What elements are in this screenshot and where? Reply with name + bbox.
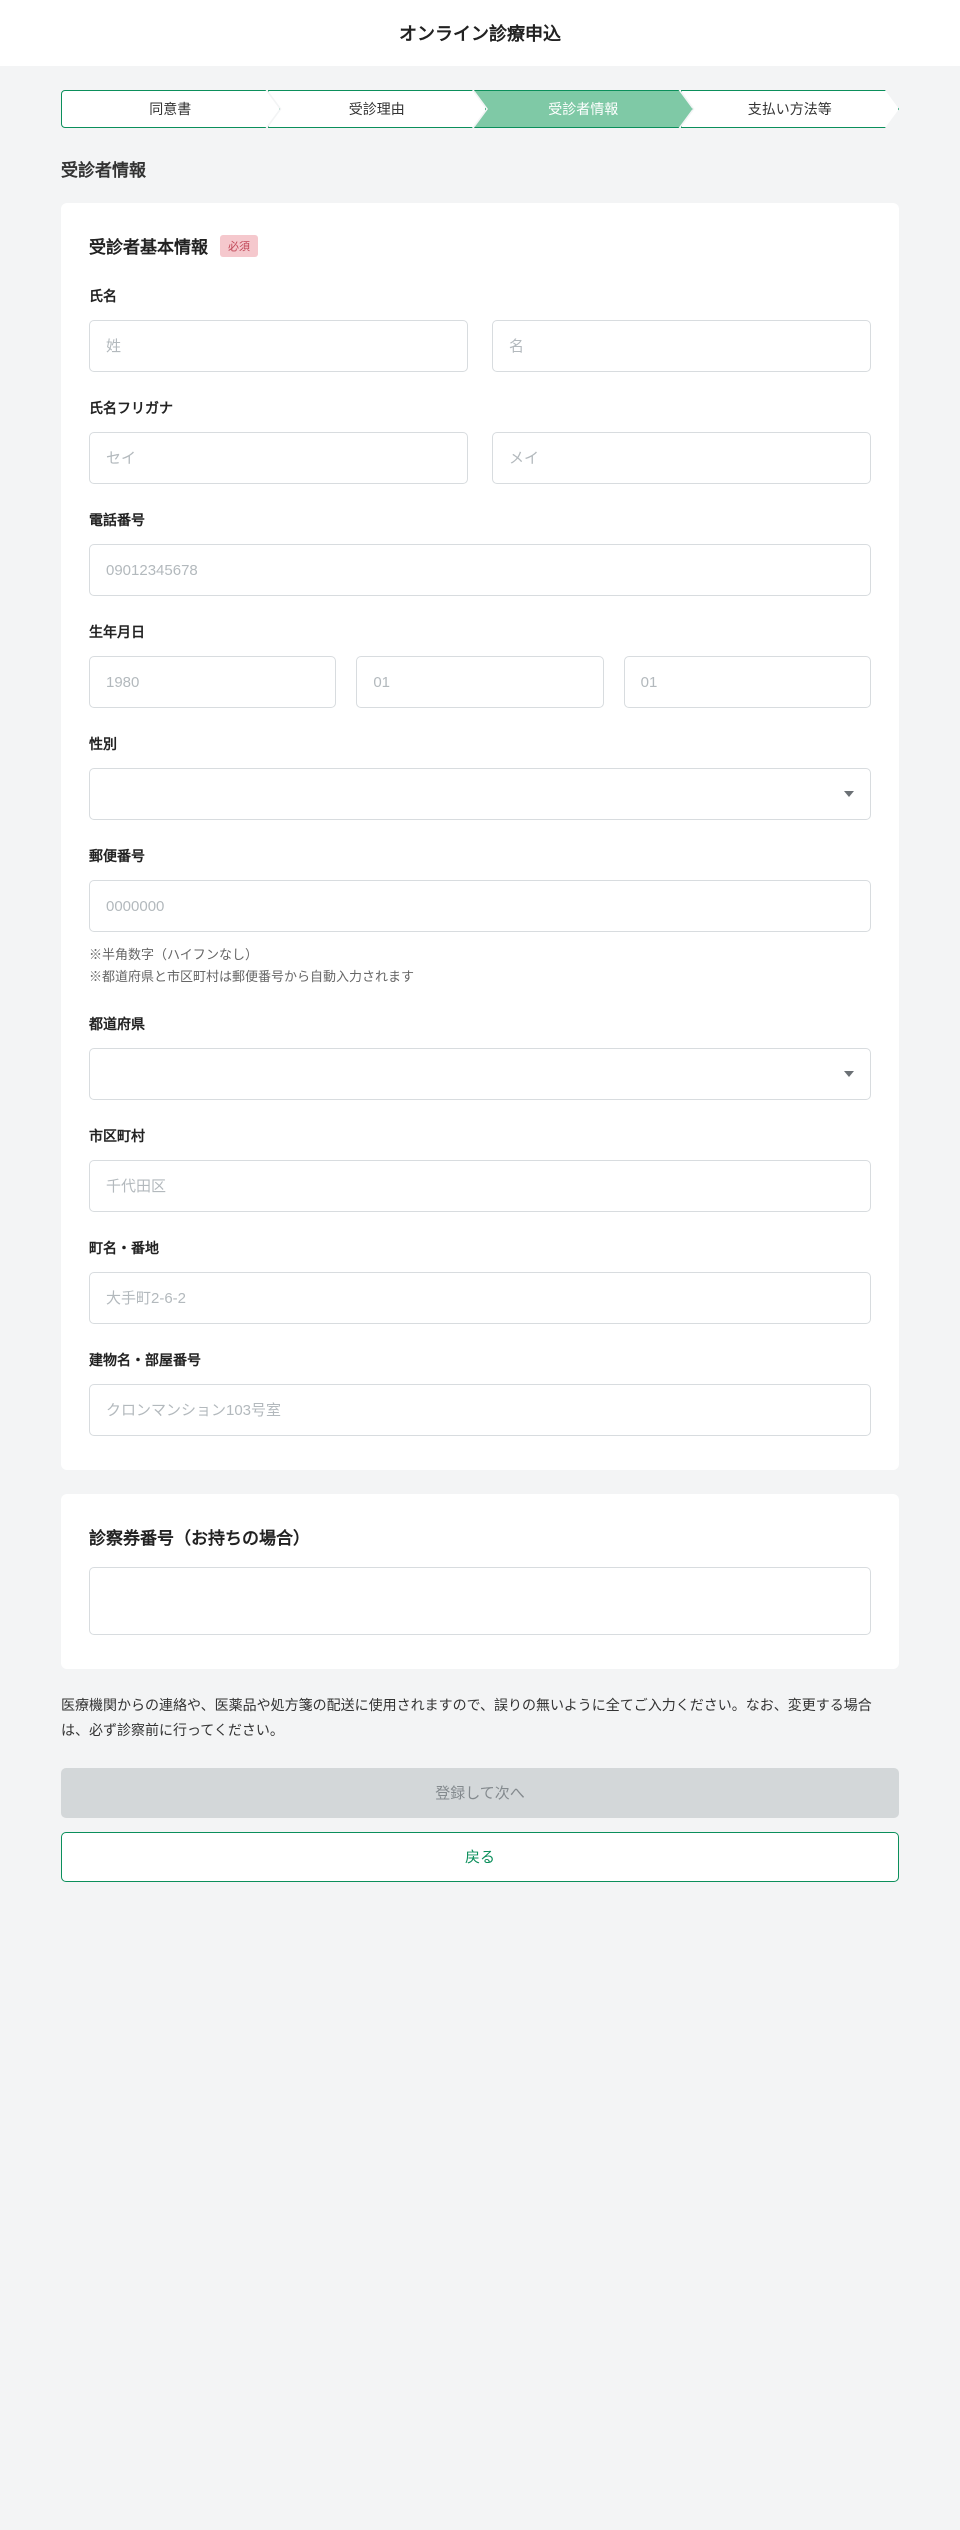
step-consent[interactable]: 同意書 — [61, 90, 280, 128]
dob-year-input[interactable] — [89, 656, 336, 708]
phone-input[interactable] — [89, 544, 871, 596]
last-name-kana-input[interactable] — [89, 432, 468, 484]
gender-label: 性別 — [89, 734, 871, 754]
submit-button[interactable]: 登録して次へ — [61, 1768, 899, 1818]
patient-card-number-input[interactable] — [89, 1567, 871, 1635]
dob-day-input[interactable] — [624, 656, 871, 708]
phone-label: 電話番号 — [89, 510, 871, 530]
street-label: 町名・番地 — [89, 1238, 871, 1258]
postal-label: 郵便番号 — [89, 846, 871, 866]
chevron-down-icon — [844, 1071, 854, 1077]
building-label: 建物名・部屋番号 — [89, 1350, 871, 1370]
last-name-input[interactable] — [89, 320, 468, 372]
kana-label: 氏名フリガナ — [89, 398, 871, 418]
app-header: オンライン診療申込 — [0, 0, 960, 66]
building-input[interactable] — [89, 1384, 871, 1436]
chevron-down-icon — [844, 791, 854, 797]
city-label: 市区町村 — [89, 1126, 871, 1146]
street-input[interactable] — [89, 1272, 871, 1324]
city-input[interactable] — [89, 1160, 871, 1212]
name-label: 氏名 — [89, 286, 871, 306]
first-name-kana-input[interactable] — [492, 432, 871, 484]
postal-hint: ※半角数字（ハイフンなし） ※都道府県と市区町村は郵便番号から自動入力されます — [89, 944, 871, 988]
page-title: 受診者情報 — [61, 156, 899, 181]
dob-month-input[interactable] — [356, 656, 603, 708]
prefecture-select[interactable] — [89, 1048, 871, 1100]
postal-input[interactable] — [89, 880, 871, 932]
gender-select[interactable] — [89, 768, 871, 820]
progress-stepper: 同意書 受診理由 受診者情報 支払い方法等 — [61, 90, 899, 128]
form-notice: 医療機関からの連絡や、医薬品や処方箋の配送に使用されますので、誤りの無いように全… — [61, 1693, 899, 1743]
back-button[interactable]: 戻る — [61, 1832, 899, 1882]
step-reason[interactable]: 受診理由 — [268, 90, 487, 128]
basic-info-card: 受診者基本情報 必須 氏名 氏名フリガナ 電話番号 生年月日 — [61, 203, 899, 1470]
first-name-input[interactable] — [492, 320, 871, 372]
prefecture-label: 都道府県 — [89, 1014, 871, 1034]
required-badge: 必須 — [220, 235, 258, 257]
step-payment[interactable]: 支払い方法等 — [681, 90, 900, 128]
section-title-basic: 受診者基本情報 — [89, 233, 208, 258]
section-header: 受診者基本情報 必須 — [89, 233, 871, 258]
step-patient-info[interactable]: 受診者情報 — [474, 90, 693, 128]
patient-card-number-card: 診察券番号（お持ちの場合） — [61, 1494, 899, 1669]
dob-label: 生年月日 — [89, 622, 871, 642]
section-title-card-number: 診察券番号（お持ちの場合） — [89, 1524, 871, 1549]
page-header-title: オンライン診療申込 — [0, 20, 960, 46]
